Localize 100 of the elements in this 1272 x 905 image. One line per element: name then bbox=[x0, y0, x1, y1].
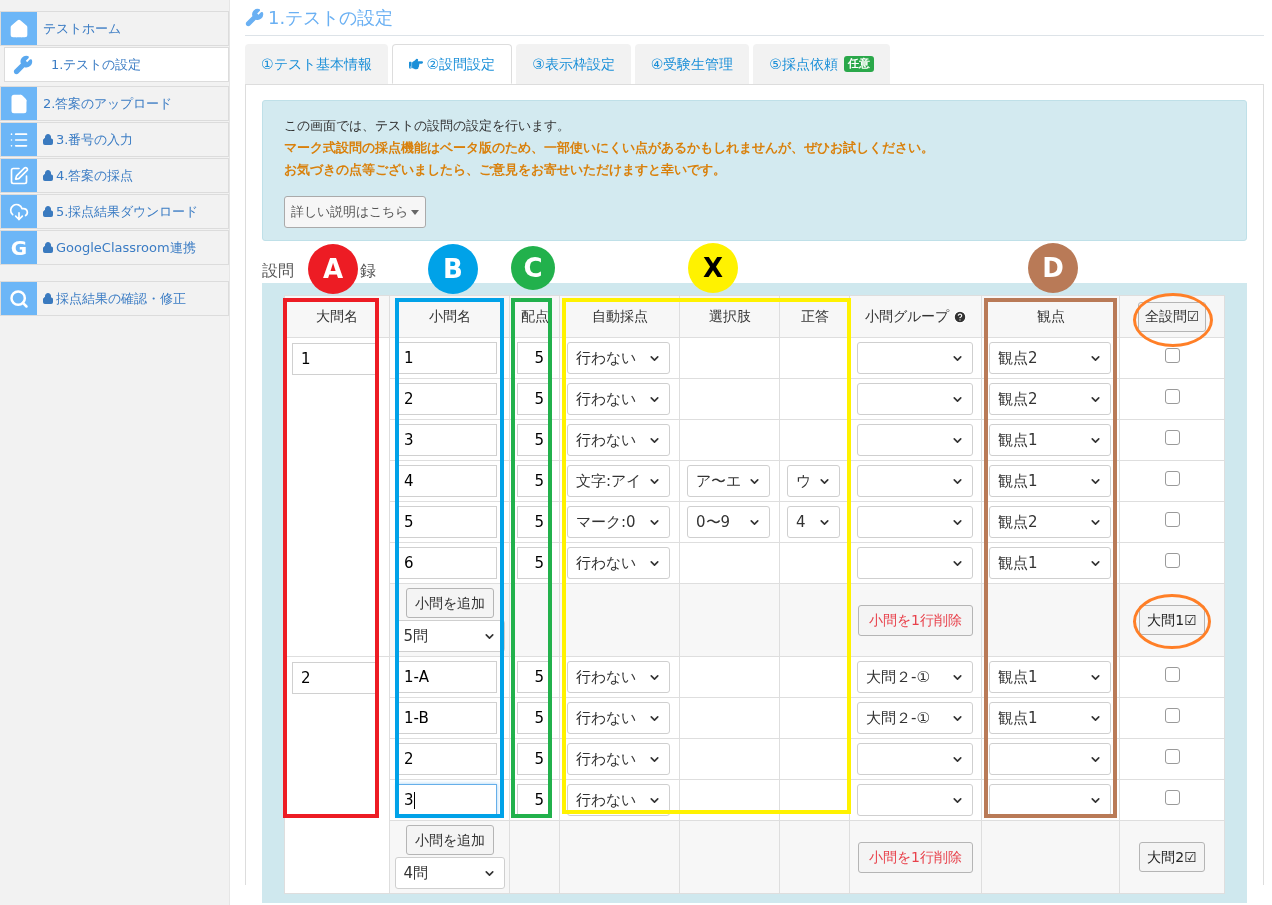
dropdown[interactable] bbox=[857, 465, 973, 497]
dropdown[interactable] bbox=[857, 506, 973, 538]
row-checkbox[interactable] bbox=[1164, 790, 1180, 805]
score-field[interactable]: 5 bbox=[517, 743, 549, 775]
dropdown[interactable] bbox=[857, 547, 973, 579]
sidebar-label: 採点結果の確認・修正 bbox=[56, 289, 186, 308]
edit-icon bbox=[9, 165, 29, 186]
dropdown[interactable]: 観点2 bbox=[989, 342, 1111, 374]
dropdown[interactable] bbox=[857, 424, 973, 456]
select-all-button[interactable]: 全設問☑ bbox=[1137, 301, 1207, 332]
sidebar-item[interactable]: 5.採点結果ダウンロード bbox=[0, 194, 229, 229]
row-checkbox[interactable] bbox=[1164, 749, 1180, 764]
select-group-button[interactable]: 大問1☑ bbox=[1139, 605, 1205, 635]
row-checkbox[interactable] bbox=[1164, 348, 1180, 363]
dropdown[interactable]: ウ bbox=[787, 465, 840, 497]
sidebar-item[interactable]: 2.答案のアップロード bbox=[0, 86, 229, 121]
dropdown[interactable]: 観点1 bbox=[989, 661, 1111, 693]
dropdown[interactable]: 行わない bbox=[567, 661, 670, 693]
column-header: 大問名 bbox=[316, 307, 358, 326]
delete-row-button[interactable]: 小問を1行削除 bbox=[858, 604, 973, 636]
sidebar-item[interactable]: G GoogleClassroom連携 bbox=[0, 230, 229, 265]
search-icon bbox=[9, 288, 29, 309]
add-subquestion-button[interactable]: 小問を追加 bbox=[405, 588, 494, 618]
help-icon[interactable] bbox=[952, 309, 967, 324]
sidebar-item[interactable]: 3.番号の入力 bbox=[0, 122, 229, 157]
dropdown[interactable]: 行わない bbox=[567, 743, 670, 775]
score-field[interactable]: 5 bbox=[517, 506, 549, 538]
score-field[interactable]: 5 bbox=[517, 342, 549, 374]
subquestion-field[interactable]: 4 bbox=[397, 465, 497, 497]
dropdown[interactable] bbox=[989, 784, 1111, 816]
row-checkbox[interactable] bbox=[1164, 512, 1180, 527]
info-text: この画面では、テストの設問の設定を行います。 bbox=[284, 117, 571, 135]
dropdown[interactable]: 行わない bbox=[567, 424, 670, 456]
score-field[interactable]: 5 bbox=[517, 547, 549, 579]
row-checkbox[interactable] bbox=[1164, 430, 1180, 445]
dropdown[interactable]: 行わない bbox=[567, 342, 670, 374]
dropdown[interactable]: 観点1 bbox=[989, 547, 1111, 579]
column-header: 自動採点 bbox=[591, 307, 648, 326]
score-field[interactable]: 5 bbox=[517, 661, 549, 693]
score-field[interactable]: 5 bbox=[517, 702, 549, 734]
subquestion-field[interactable]: 3 bbox=[397, 424, 497, 456]
sidebar-item[interactable]: 1.テストの設定 bbox=[4, 47, 229, 82]
row-checkbox[interactable] bbox=[1164, 708, 1180, 723]
section-heading: 録 bbox=[360, 260, 376, 282]
dropdown[interactable] bbox=[857, 383, 973, 415]
question-name-field[interactable]: 1 bbox=[292, 343, 376, 375]
wrench-icon bbox=[13, 54, 33, 75]
column-header: 配点 bbox=[520, 307, 549, 326]
section-heading: 設問 bbox=[262, 260, 294, 282]
row-checkbox[interactable] bbox=[1164, 471, 1180, 486]
score-field[interactable]: 5 bbox=[517, 383, 549, 415]
delete-row-button[interactable]: 小問を1行削除 bbox=[858, 841, 973, 873]
subquestion-field[interactable]: 2 bbox=[397, 383, 497, 415]
subquestion-field[interactable]: 1-B bbox=[397, 702, 497, 734]
dropdown[interactable]: 大問２-① bbox=[857, 702, 973, 734]
row-checkbox[interactable] bbox=[1164, 667, 1180, 682]
question-name-field[interactable]: 2 bbox=[292, 662, 376, 694]
score-field[interactable]: 5 bbox=[517, 424, 549, 456]
subquestion-field[interactable]: 3 bbox=[397, 784, 497, 816]
score-field[interactable]: 5 bbox=[517, 784, 549, 816]
subquestion-field[interactable]: 5 bbox=[397, 506, 497, 538]
sidebar-item[interactable]: 採点結果の確認・修正 bbox=[0, 281, 229, 316]
dropdown[interactable]: マーク:0 bbox=[567, 506, 670, 538]
add-subquestion-button[interactable]: 小問を追加 bbox=[405, 825, 494, 855]
dropdown[interactable] bbox=[989, 743, 1111, 775]
info-text: マーク式設問の採点機能はベータ版のため、一部使いにくい点があるかもしれませんが、ぜひお試しください。 bbox=[284, 139, 935, 157]
dropdown[interactable]: ア〜エ bbox=[687, 465, 770, 497]
dropdown[interactable]: 観点1 bbox=[989, 465, 1111, 497]
dropdown[interactable]: 4問 bbox=[394, 857, 505, 889]
dropdown[interactable]: 観点1 bbox=[989, 702, 1111, 734]
sidebar-item[interactable]: テストホーム bbox=[0, 11, 229, 46]
subquestion-field[interactable]: 1 bbox=[397, 342, 497, 374]
dropdown[interactable]: 大問２-① bbox=[857, 661, 973, 693]
column-header: 選択肢 bbox=[708, 307, 751, 326]
sidebar-label: 1.テストの設定 bbox=[51, 55, 142, 74]
dropdown[interactable]: 行わない bbox=[567, 547, 670, 579]
annotation-marker: D bbox=[1028, 243, 1078, 293]
score-field[interactable]: 5 bbox=[517, 465, 549, 497]
dropdown[interactable]: 0〜9 bbox=[687, 506, 770, 538]
row-checkbox[interactable] bbox=[1164, 553, 1180, 568]
wrench-icon bbox=[245, 8, 264, 27]
dropdown[interactable]: 文字:アイ bbox=[567, 465, 670, 497]
row-checkbox[interactable] bbox=[1164, 389, 1180, 404]
dropdown[interactable] bbox=[857, 342, 973, 374]
subquestion-field[interactable]: 6 bbox=[397, 547, 497, 579]
subquestion-field[interactable]: 2 bbox=[397, 743, 497, 775]
dropdown[interactable]: 観点2 bbox=[989, 383, 1111, 415]
sidebar-item[interactable]: 4.答案の採点 bbox=[0, 158, 229, 193]
tab[interactable]: ②設問設定 bbox=[391, 44, 513, 84]
dropdown[interactable]: 観点1 bbox=[989, 424, 1111, 456]
dropdown[interactable]: 観点2 bbox=[989, 506, 1111, 538]
subquestion-field[interactable]: 1-A bbox=[397, 661, 497, 693]
info-text: お気づきの点等ございましたら、ご意見をお寄せいただけますと幸いです。 bbox=[284, 161, 727, 179]
select-group-button[interactable]: 大問2☑ bbox=[1139, 842, 1205, 872]
dropdown[interactable] bbox=[857, 784, 973, 816]
dropdown[interactable]: 行わない bbox=[567, 383, 670, 415]
dropdown[interactable] bbox=[857, 743, 973, 775]
details-button[interactable]: 詳しい説明はこちら bbox=[284, 196, 426, 228]
dropdown[interactable]: 4 bbox=[787, 506, 840, 538]
dropdown[interactable]: 行わない bbox=[567, 702, 670, 734]
